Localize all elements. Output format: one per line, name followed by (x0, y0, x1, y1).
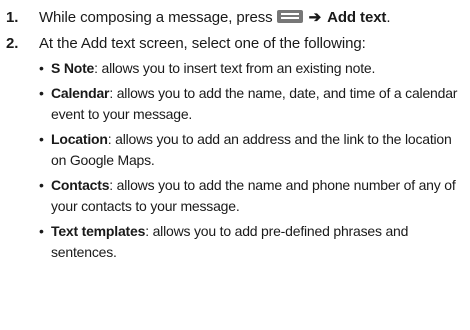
bullet-icon: • (39, 177, 44, 193)
bullet-icon: • (39, 131, 44, 147)
bullet-icon: • (39, 60, 44, 76)
step-2: 2. At the Add text screen, select one of… (6, 32, 464, 263)
option-description: : allows you to add the name and phone n… (51, 177, 456, 214)
arrow-right-icon: ➔ (308, 9, 322, 26)
instruction-page: 1. While composing a message, press ➔ Add… (0, 0, 470, 330)
list-item: • Location: allows you to add an address … (39, 129, 464, 171)
list-item: • Calendar: allows you to add the name, d… (39, 83, 464, 125)
list-item: • Text templates: allows you to add pre-d… (39, 221, 464, 263)
step-1-suffix: . (386, 9, 391, 26)
step-number: 1. (6, 9, 19, 26)
step-2-text: At the Add text screen, select one of th… (39, 35, 366, 52)
menu-key-icon (276, 10, 303, 23)
option-term: Calendar (51, 85, 110, 101)
option-term: S Note (51, 60, 95, 76)
option-term: Text templates (51, 223, 146, 239)
option-description: : allows you to add an address and the l… (51, 131, 452, 168)
step-number: 2. (6, 35, 19, 52)
option-term: Contacts (51, 177, 110, 193)
list-item: • S Note: allows you to insert text from … (39, 58, 464, 79)
option-description: : allows you to add the name, date, and … (51, 85, 458, 122)
bullet-icon: • (39, 223, 44, 239)
bullet-icon: • (39, 85, 44, 101)
option-list: • S Note: allows you to insert text from … (39, 58, 464, 263)
add-text-action: Add text (327, 9, 387, 26)
option-description: : allows you to insert text from an exis… (94, 60, 376, 76)
step-1: 1. While composing a message, press ➔ Add… (6, 6, 464, 29)
step-1-text: While composing a message, press (39, 9, 273, 26)
option-term: Location (51, 131, 108, 147)
list-item: • Contacts: allows you to add the name an… (39, 175, 464, 217)
